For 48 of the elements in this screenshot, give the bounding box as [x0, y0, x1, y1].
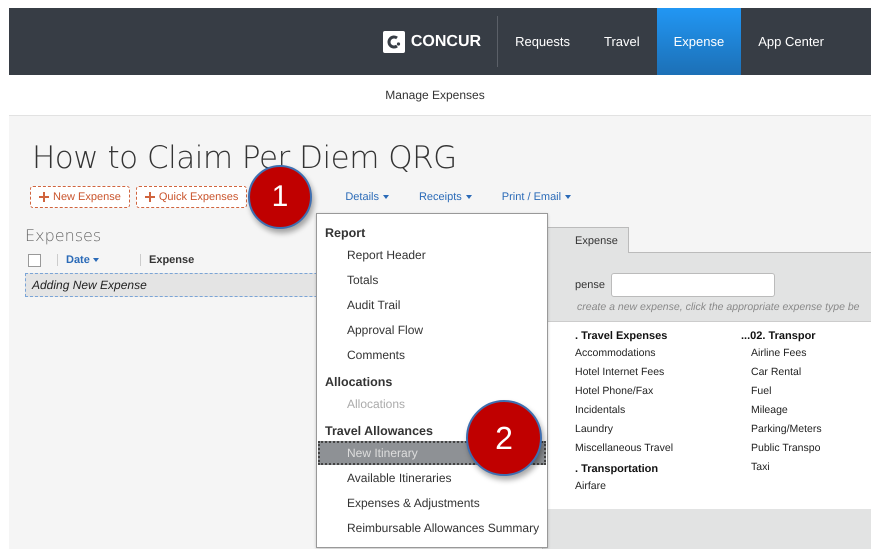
menu-item[interactable]: Comments [318, 343, 546, 367]
nav-tab[interactable]: App Center [741, 8, 841, 75]
expense-type-link[interactable]: Parking/Meters [751, 423, 871, 435]
expense-type-link[interactable]: Mileage [751, 404, 871, 416]
column-header[interactable]: Date [57, 254, 140, 266]
expense-type-link[interactable]: Hotel Phone/Fax [575, 385, 705, 397]
menu-item[interactable]: Expenses & Adjustments [318, 491, 546, 515]
expense-type-link[interactable]: Taxi [751, 461, 871, 473]
expense-type-link[interactable]: Incidentals [575, 404, 705, 416]
menu-button[interactable]: Receipts [406, 187, 484, 207]
menu-item[interactable]: Reimbursable Allowances Summary [318, 516, 546, 540]
menu-button[interactable]: Details [333, 187, 401, 207]
field-label: pense [575, 279, 605, 291]
expenses-heading: Expenses [25, 226, 102, 245]
nav-tab[interactable]: Requests [498, 8, 587, 75]
group-title: . Travel Expenses [575, 330, 668, 342]
menu-item[interactable]: Approval Flow [318, 318, 546, 342]
nav-tab[interactable]: Expense [656, 8, 742, 75]
add-button[interactable]: Quick Expenses [136, 186, 248, 208]
expense-type-link[interactable]: Public Transpo [751, 442, 871, 454]
caret-icon [565, 195, 572, 199]
select-all-checkbox[interactable] [28, 254, 41, 266]
nav-tab[interactable]: Travel [587, 8, 657, 75]
group-title: ...02. Transpor [741, 330, 817, 342]
expense-type-link[interactable]: Accommodations [575, 347, 705, 359]
menu-section-title: Allocations [325, 375, 392, 389]
hint-text: create a new expense, click the appropriate expense type be [577, 301, 861, 313]
menu-section-title: Report [325, 226, 366, 240]
logo-text: CONCUR [410, 32, 482, 50]
subnav-link[interactable]: Manage Expenses [385, 88, 485, 102]
expense-type-link[interactable]: Airline Fees [751, 347, 871, 359]
caret-icon [466, 195, 472, 199]
expense-type-link[interactable]: Hotel Internet Fees [575, 366, 705, 378]
add-button[interactable]: New Expense [30, 186, 130, 208]
logo-icon [382, 30, 405, 52]
plus-icon [144, 192, 155, 202]
expense-type-link[interactable]: Car Rental [751, 366, 871, 378]
expense-type-link[interactable]: Miscellaneous Travel [575, 442, 705, 454]
expense-type-link[interactable]: Airfare [575, 480, 705, 492]
plus-icon [39, 192, 49, 202]
expense-search-field[interactable] [610, 273, 775, 297]
group-title: . Transportation [575, 463, 660, 475]
menu-button[interactable]: Print / Email [490, 187, 584, 207]
caret-icon [92, 258, 99, 262]
expense-type-link[interactable]: Laundry [575, 423, 705, 435]
expense-type-link[interactable]: Fuel [751, 385, 871, 397]
caret-icon [382, 195, 389, 199]
menu-section-title: Travel Allowances [325, 424, 433, 438]
